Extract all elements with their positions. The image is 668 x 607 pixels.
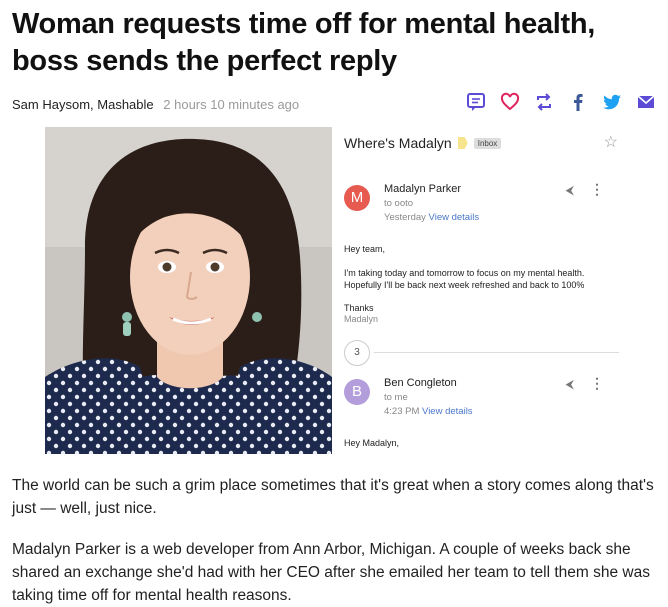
- view-details-link: View details: [422, 406, 473, 417]
- message-date: 4:23 PM: [384, 406, 420, 417]
- sender-name: Madalyn Parker: [384, 183, 462, 195]
- divider-line: [374, 352, 619, 353]
- reply-all-icon: ⮜: [565, 183, 574, 197]
- recipient: to ooto: [384, 198, 414, 209]
- reply-all-icon: ⮜: [565, 377, 574, 391]
- heart-icon[interactable]: [500, 92, 520, 112]
- portrait-photo: [45, 127, 332, 454]
- inbox-label: Inbox: [473, 137, 502, 149]
- author-link[interactable]: Sam Haysom,: [12, 97, 94, 112]
- view-details-link: View details: [428, 212, 480, 223]
- message-date-row: 4:23 PM View details: [384, 405, 473, 419]
- importance-marker-icon: [457, 137, 468, 149]
- email-signer: Madalyn: [344, 314, 379, 324]
- twitter-icon[interactable]: [602, 92, 622, 112]
- email-greeting: Hey team,: [344, 244, 386, 254]
- article-paragraph-2: Madalyn Parker is a web developer from A…: [12, 541, 650, 604]
- more-options-icon: ⋮: [590, 375, 604, 391]
- retweet-icon[interactable]: [534, 92, 554, 112]
- avatar: B: [344, 379, 370, 405]
- email-screenshot: Where's Madalyn Inbox ☆ M Madalyn Parker…: [332, 127, 624, 454]
- more-options-icon: ⋮: [590, 181, 604, 197]
- avatar: M: [344, 185, 370, 211]
- comment-icon[interactable]: [466, 92, 486, 112]
- article-headline: Woman requests time off for mental healt…: [12, 8, 596, 77]
- email-signoff: Thanks: [344, 303, 374, 313]
- byline: Sam Haysom, Mashable 2 hours 10 minutes …: [12, 97, 299, 112]
- email-body: I'm taking today and tomorrow to focus o…: [344, 268, 585, 290]
- message-date-row: Yesterday View details: [384, 211, 479, 225]
- hero-image: Where's Madalyn Inbox ☆ M Madalyn Parker…: [45, 127, 624, 454]
- email-greeting: Hey Madalyn,: [344, 438, 400, 448]
- share-bar: [466, 92, 656, 112]
- publisher-link[interactable]: Mashable: [97, 97, 153, 112]
- star-icon: ☆: [603, 134, 618, 151]
- facebook-icon[interactable]: [568, 92, 588, 112]
- email-subject: Where's Madalyn: [344, 135, 452, 151]
- collapsed-count: 3: [344, 340, 370, 366]
- recipient: to me: [384, 392, 408, 403]
- publish-time: 2 hours 10 minutes ago: [163, 97, 300, 112]
- sender-name: Ben Congleton: [384, 377, 457, 389]
- email-signoff-block: Thanks Madalyn: [344, 303, 378, 325]
- email-icon[interactable]: [636, 92, 656, 112]
- message-date: Yesterday: [384, 212, 426, 223]
- email-subject-row: Where's Madalyn Inbox: [344, 135, 502, 151]
- article-paragraph-1: The world can be such a grim place somet…: [12, 477, 654, 517]
